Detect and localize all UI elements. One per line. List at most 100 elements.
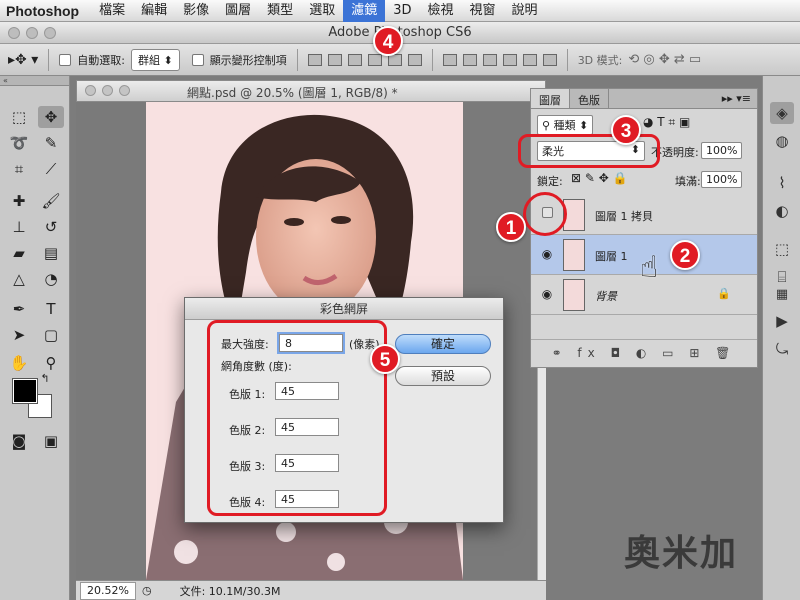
quick-selection-icon[interactable]: ✎ (38, 132, 64, 154)
step-marker: 4 (373, 26, 403, 56)
align-left-icon[interactable] (367, 53, 382, 66)
auto-select-dropdown[interactable]: 群組 ⬍ (130, 48, 180, 71)
layer-name[interactable]: 背景 (595, 288, 617, 304)
layer-filter-dropdown[interactable]: ⚲ 種類 ⬍ (537, 115, 594, 135)
step-marker: 2 (670, 240, 700, 270)
align-vcenter-icon[interactable] (327, 53, 342, 66)
fill-label: 填滿: (675, 175, 701, 188)
step-marker: 1 (496, 212, 526, 242)
menu-filter[interactable]: 濾鏡 (343, 0, 386, 22)
actions-icon[interactable]: ▶ (770, 310, 794, 332)
layer-name[interactable]: 圖層 1 (595, 248, 628, 264)
swatches-icon[interactable]: ▦ (770, 284, 794, 306)
healing-brush-icon[interactable]: ✚ (6, 190, 32, 212)
divider (566, 48, 568, 71)
align-top-icon[interactable] (307, 53, 322, 66)
auto-select-label: 自動選取: (77, 53, 125, 67)
zoom-tool-icon[interactable]: ⚲ (38, 352, 64, 374)
auto-select-checkbox[interactable] (59, 53, 72, 66)
lasso-icon[interactable]: ➰ (6, 132, 32, 154)
lock-icons[interactable]: ⊠ ✎ ✥ 🔒 (571, 171, 628, 185)
highlight-blend-mode (518, 134, 660, 168)
menu-type[interactable]: 類型 (259, 0, 301, 22)
menu-3d[interactable]: 3D (385, 0, 419, 22)
crop-icon[interactable]: ⌗ (6, 158, 32, 180)
ok-button[interactable]: 確定 (395, 334, 491, 354)
layer-thumbnail (563, 239, 585, 271)
zoom-level-field[interactable]: 20.52% (80, 581, 136, 600)
fill-input[interactable]: 100% (701, 171, 743, 188)
menu-window[interactable]: 視窗 (462, 0, 504, 22)
divider (48, 48, 50, 71)
adjustments-icon[interactable]: ◐ (770, 200, 794, 222)
menu-file[interactable]: 檔案 (91, 0, 133, 22)
foreground-color-swatch[interactable] (12, 378, 38, 404)
swap-colors-icon[interactable]: ↰ (38, 372, 52, 386)
gradient-icon[interactable]: ▤ (38, 242, 64, 264)
layers-panel: 圖層 色版 ▸▸ ▾≡ ⚲ 種類 ⬍ ◕ T ⌗ ▣ 柔光 ⬍ 不透明度: 100… (530, 88, 758, 368)
brush-icon[interactable]: 🖌 (38, 190, 64, 212)
3d-icon[interactable]: ⬚ (770, 238, 794, 260)
distribute-right-icon[interactable] (542, 53, 557, 66)
distribute-left-icon[interactable] (502, 53, 517, 66)
hand-icon[interactable]: ✋ (6, 352, 32, 374)
layer-thumbnail (563, 279, 585, 311)
type-tool-icon[interactable]: T (38, 298, 64, 320)
distribute-top-icon[interactable] (442, 53, 457, 66)
clone-stamp-icon[interactable]: ⊥ (6, 216, 32, 238)
close-document-button[interactable] (85, 85, 96, 96)
auto-select-value: 群組 (137, 53, 160, 67)
distribute-vcenter-icon[interactable] (462, 53, 477, 66)
distribute-bottom-icon[interactable] (482, 53, 497, 66)
menu-edit[interactable]: 編輯 (133, 0, 175, 22)
layer-footer-icons[interactable]: ⚭ fx ◘ ◐ ▭ ⊞ 🗑 (552, 346, 737, 360)
paths-icon[interactable]: ⌇ (770, 172, 794, 194)
divider (296, 48, 298, 71)
path-selection-icon[interactable]: ➤ (6, 324, 32, 346)
rectangular-marquee-icon[interactable]: ⬚ (6, 106, 32, 128)
3d-rotate-icon[interactable]: ⟲ ◎ ✥ ⇄ ▭ (628, 52, 701, 67)
move-tool-preset-icon[interactable]: ▸✥ ▾ (8, 52, 38, 68)
eye-icon[interactable]: ◉ (539, 247, 555, 261)
screen-mode-icon[interactable]: ▣ (38, 430, 64, 452)
layers-panel-icon[interactable]: ◈ (770, 102, 794, 124)
panel-menu-icon[interactable]: ▸▸ ▾≡ (716, 89, 757, 108)
tab-channels[interactable]: 色版 (570, 89, 609, 108)
align-right-icon[interactable] (407, 53, 422, 66)
menu-view[interactable]: 檢視 (420, 0, 462, 22)
show-transform-label: 顯示變形控制項 (209, 53, 287, 67)
tab-layers[interactable]: 圖層 (531, 89, 570, 108)
eye-icon[interactable]: ◉ (539, 287, 555, 301)
pen-icon[interactable]: ✒ (6, 298, 32, 320)
history-icon[interactable]: ⤿ (770, 338, 794, 360)
history-brush-icon[interactable]: ↺ (38, 216, 64, 238)
align-bottom-icon[interactable] (347, 53, 362, 66)
minimize-document-button[interactable] (102, 85, 113, 96)
channels-icon[interactable]: ◍ (770, 130, 794, 152)
show-transform-checkbox[interactable] (191, 53, 204, 66)
blur-icon[interactable]: △ (6, 268, 32, 290)
eraser-icon[interactable]: ▰ (6, 242, 32, 264)
opacity-input[interactable]: 100% (701, 142, 743, 159)
divider (431, 48, 433, 71)
tools-panel-collapse-icon[interactable]: « (0, 76, 69, 86)
dodge-icon[interactable]: ◔ (38, 268, 64, 290)
menu-bar: Photoshop 檔案 編輯 影像 圖層 類型 選取 濾鏡 3D 檢視 視窗 … (0, 0, 800, 22)
distribute-hcenter-icon[interactable] (522, 53, 537, 66)
quick-mask-icon[interactable]: ◙ (6, 430, 32, 452)
layer-filter-icons[interactable]: ◕ T ⌗ ▣ (643, 115, 690, 130)
default-button[interactable]: 預設 (395, 366, 491, 386)
menu-image[interactable]: 影像 (175, 0, 217, 22)
status-options-icon[interactable]: ◷ (142, 584, 152, 597)
document-tab[interactable]: 網點.psd @ 20.5% (圖層 1, RGB/8) * (76, 80, 546, 102)
layers-panel-footer: ⚭ fx ◘ ◐ ▭ ⊞ 🗑 (531, 339, 757, 367)
menu-select[interactable]: 選取 (301, 0, 343, 22)
layer-name[interactable]: 圖層 1 拷貝 (595, 208, 653, 224)
shape-tool-icon[interactable]: ▢ (38, 324, 64, 346)
layer-filter-value: 種類 (553, 119, 576, 132)
menu-layer[interactable]: 圖層 (217, 0, 259, 22)
eyedropper-icon[interactable]: ⟋ (38, 158, 64, 180)
zoom-document-button[interactable] (119, 85, 130, 96)
menu-help[interactable]: 說明 (504, 0, 546, 22)
move-tool-icon[interactable]: ✥ (38, 106, 64, 128)
